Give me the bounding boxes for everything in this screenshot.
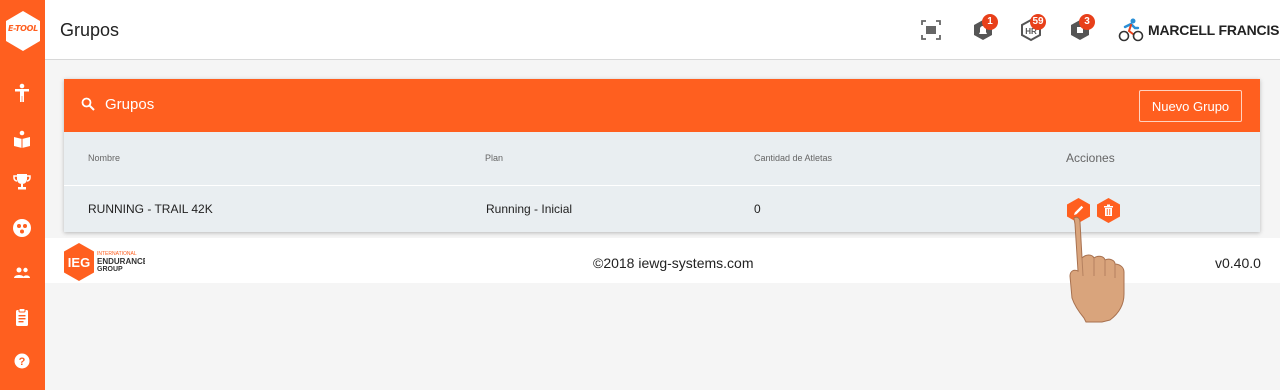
clipboard-icon — [16, 308, 28, 326]
app-logo-text: E-TOOL — [8, 24, 38, 33]
column-header-actions: Acciones — [1066, 151, 1115, 165]
alerts-badge: 3 — [1079, 14, 1095, 30]
app-logo[interactable]: E-TOOL — [4, 10, 42, 52]
hr-button[interactable]: HR 59 — [1019, 14, 1046, 42]
sidebar-item-plans[interactable] — [11, 128, 33, 150]
notifications-button[interactable]: 1 — [971, 14, 998, 42]
groups-card: Grupos Nuevo Grupo Nombre Plan Cantidad … — [64, 79, 1260, 232]
svg-text:?: ? — [19, 356, 26, 368]
sidebar: E-TOOL ? — [0, 0, 45, 390]
sidebar-item-athletes[interactable] — [11, 82, 33, 104]
ieg-hexagon-icon: IEG INTERNATIONAL ENDURANCE GROUP — [64, 243, 149, 281]
column-header-athletes[interactable]: Cantidad de Atletas — [754, 153, 832, 163]
hr-badge: 59 — [1030, 14, 1046, 30]
group-circle-icon — [13, 219, 31, 237]
fullscreen-icon — [921, 20, 941, 40]
users-icon — [14, 267, 30, 278]
ieg-logo: IEG INTERNATIONAL ENDURANCE GROUP — [63, 242, 149, 282]
svg-text:IEG: IEG — [68, 255, 90, 270]
open-book-icon — [14, 130, 30, 148]
search-icon[interactable] — [81, 97, 95, 111]
svg-text:ENDURANCE: ENDURANCE — [97, 257, 145, 266]
user-name[interactable]: MARCELL FRANCIS — [1148, 22, 1279, 38]
copyright-text: ©2018 iewg-systems.com — [593, 255, 754, 271]
page-title: Grupos — [60, 20, 120, 40]
user-avatar[interactable] — [1118, 17, 1144, 43]
column-header-plan[interactable]: Plan — [485, 153, 503, 163]
svg-text:GROUP: GROUP — [97, 266, 123, 273]
trophy-icon — [13, 174, 31, 190]
new-group-button[interactable]: Nuevo Grupo — [1139, 90, 1242, 122]
group-name-cell: RUNNING - TRAIL 42K — [88, 202, 213, 216]
group-plan-cell: Running - Inicial — [486, 202, 573, 216]
groups-card-header: Grupos Nuevo Grupo — [64, 79, 1260, 132]
group-athletes-cell: 0 — [754, 202, 761, 216]
sidebar-item-groups[interactable] — [11, 217, 33, 239]
fullscreen-button[interactable] — [919, 18, 943, 42]
groups-card-title: Grupos — [105, 96, 155, 113]
sidebar-item-help[interactable]: ? — [11, 350, 33, 372]
version-text: v0.40.0 — [1215, 255, 1261, 271]
top-header: Grupos 1 HR 59 3 MARCELL FRANCIS — [45, 0, 1280, 60]
pointing-hand-icon — [1069, 216, 1125, 323]
pointing-hand-cursor — [1062, 214, 1130, 326]
sidebar-item-users[interactable] — [11, 261, 33, 283]
alerts-button[interactable]: 3 — [1068, 14, 1095, 42]
column-header-name[interactable]: Nombre — [88, 153, 120, 163]
person-icon — [15, 83, 29, 102]
sidebar-item-reports[interactable] — [11, 306, 33, 328]
cyclist-icon — [1118, 18, 1144, 42]
row-divider — [64, 185, 1260, 186]
help-icon: ? — [14, 353, 30, 369]
notifications-badge: 1 — [982, 14, 998, 30]
sidebar-item-competitions[interactable] — [11, 171, 33, 193]
